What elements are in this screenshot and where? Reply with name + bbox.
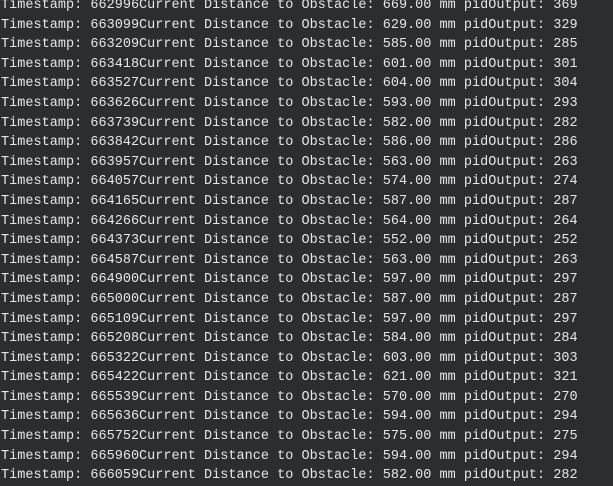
log-line: Timestamp: 665208Current Distance to Obs… — [1, 331, 578, 347]
log-line: Timestamp: 664373Current Distance to Obs… — [1, 233, 578, 249]
log-line: Timestamp: 665322Current Distance to Obs… — [1, 350, 578, 366]
log-line: Timestamp: 664057Current Distance to Obs… — [1, 174, 578, 190]
log-line: Timestamp: 663626Current Distance to Obs… — [1, 95, 578, 111]
log-line: Timestamp: 663209Current Distance to Obs… — [1, 37, 578, 53]
log-line: Timestamp: 665752Current Distance to Obs… — [1, 429, 578, 445]
log-line: Timestamp: 665109Current Distance to Obs… — [1, 311, 578, 327]
log-line: Timestamp: 665422Current Distance to Obs… — [1, 370, 578, 386]
log-line: Timestamp: 665000Current Distance to Obs… — [1, 291, 578, 307]
log-line: Timestamp: 664587Current Distance to Obs… — [1, 252, 578, 268]
log-line: Timestamp: 663957Current Distance to Obs… — [1, 154, 578, 170]
log-line: Timestamp: 664266Current Distance to Obs… — [1, 213, 578, 229]
log-line: Timestamp: 663527Current Distance to Obs… — [1, 76, 578, 92]
log-line: Timestamp: 664900Current Distance to Obs… — [1, 272, 578, 288]
log-line: Timestamp: 665636Current Distance to Obs… — [1, 409, 578, 425]
serial-monitor-output[interactable]: Timestamp: 662996Current Distance to Obs… — [0, 0, 613, 486]
log-line: Timestamp: 663418Current Distance to Obs… — [1, 56, 578, 72]
log-line: Timestamp: 662996Current Distance to Obs… — [1, 0, 578, 13]
log-line: Timestamp: 665539Current Distance to Obs… — [1, 389, 578, 405]
log-line: Timestamp: 663739Current Distance to Obs… — [1, 115, 578, 131]
log-line: Timestamp: 665960Current Distance to Obs… — [1, 448, 578, 464]
log-line: Timestamp: 663099Current Distance to Obs… — [1, 17, 578, 33]
log-line: Timestamp: 664165Current Distance to Obs… — [1, 193, 578, 209]
log-line: Timestamp: 663842Current Distance to Obs… — [1, 135, 578, 151]
log-line: Timestamp: 666059Current Distance to Obs… — [1, 468, 578, 484]
